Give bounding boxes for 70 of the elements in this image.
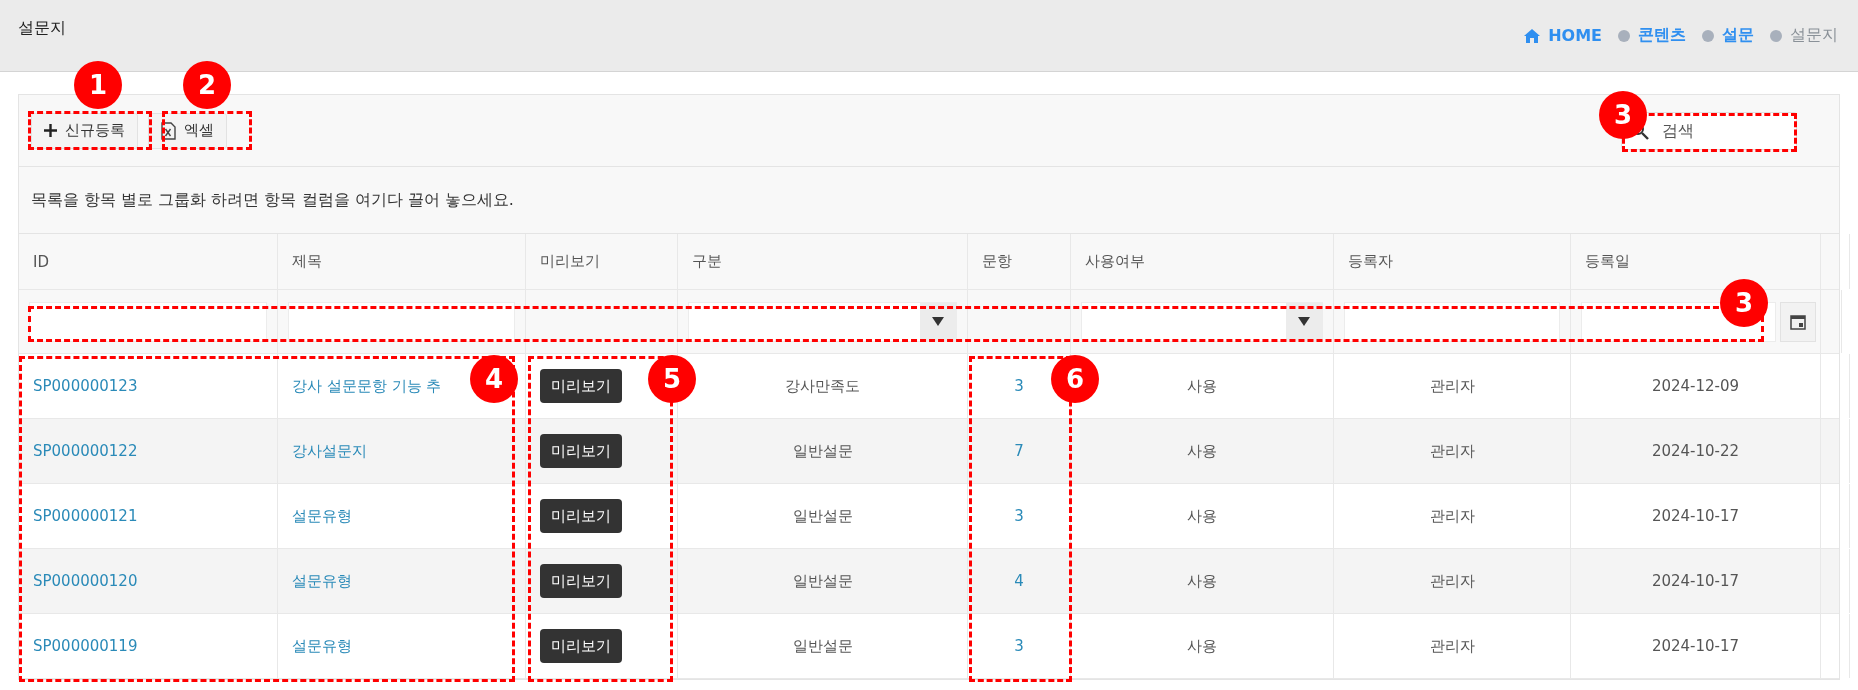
table-cell: 일반설문 [792, 506, 853, 526]
bullet-icon [1702, 29, 1714, 42]
column-header[interactable]: 사용여부 [1085, 252, 1145, 271]
title-link[interactable]: 강사설문지 [292, 441, 367, 461]
new-button[interactable]: 신규등록 [31, 112, 138, 149]
table-cell: 일반설문 [792, 636, 853, 656]
table-cell: 2024-10-22 [1651, 442, 1740, 460]
filter-field[interactable] [1344, 301, 1560, 342]
excel-button[interactable]: 엑셀 [148, 112, 227, 149]
filter-dropdown[interactable] [688, 301, 957, 342]
caret-icon [1298, 317, 1310, 326]
id-link[interactable]: SP000000120 [33, 572, 138, 590]
table-cell: 관리자 [1429, 441, 1475, 461]
table-cell: 사용 [1187, 376, 1217, 396]
filter-field[interactable] [288, 301, 515, 342]
title-link[interactable]: 강사 설문문항 기능 추 [292, 376, 442, 396]
column-header[interactable]: ID [33, 252, 49, 271]
page-title: 설문지 [18, 18, 66, 39]
table-cell: 관리자 [1429, 636, 1475, 656]
table-cell: 일반설문 [792, 441, 853, 461]
preview-button[interactable]: 미리보기 [540, 369, 622, 403]
id-link[interactable]: SP000000122 [33, 442, 138, 460]
column-header[interactable]: 미리보기 [540, 252, 600, 271]
column-header[interactable]: 구분 [692, 252, 722, 271]
preview-button[interactable]: 미리보기 [540, 629, 622, 663]
column-header[interactable]: 제목 [292, 252, 322, 271]
table-cell: 사용 [1187, 636, 1217, 656]
id-link[interactable]: SP000000119 [33, 637, 138, 655]
count-link[interactable]: 4 [1014, 572, 1024, 590]
column-header[interactable]: 등록자 [1348, 252, 1393, 271]
table-cell: 사용 [1187, 571, 1217, 591]
calendar-icon [1790, 313, 1806, 330]
filter-field[interactable] [29, 301, 267, 342]
bullet-icon [1618, 29, 1630, 42]
count-link[interactable]: 3 [1014, 377, 1024, 395]
breadcrumb-link[interactable]: 설문지 [1770, 25, 1838, 46]
table-cell: 일반설문 [792, 571, 853, 591]
home-icon [1524, 28, 1541, 43]
table-cell: 강사만족도 [785, 376, 860, 396]
table-cell: 관리자 [1429, 376, 1475, 396]
id-link[interactable]: SP000000123 [33, 377, 138, 395]
filter-dropdown[interactable] [1081, 301, 1323, 342]
table-cell: 2024-10-17 [1651, 637, 1740, 655]
calendar-button[interactable] [1780, 301, 1816, 342]
bullet-icon [1770, 29, 1782, 42]
id-link[interactable]: SP000000121 [33, 507, 138, 525]
caret-icon [932, 317, 944, 326]
preview-button[interactable]: 미리보기 [540, 499, 622, 533]
table-cell: 사용 [1187, 441, 1217, 461]
title-link[interactable]: 설문유형 [292, 636, 352, 656]
column-header[interactable]: 문항 [982, 252, 1012, 271]
file-icon [161, 121, 176, 140]
plus-icon [44, 124, 57, 137]
table-cell: 관리자 [1429, 571, 1475, 591]
title-link[interactable]: 설문유형 [292, 506, 352, 526]
table-cell: 2024-12-09 [1651, 377, 1740, 395]
preview-button[interactable]: 미리보기 [540, 564, 622, 598]
title-link[interactable]: 설문유형 [292, 571, 352, 591]
table-cell: 2024-10-17 [1651, 507, 1740, 525]
table-cell: 사용 [1187, 506, 1217, 526]
column-header[interactable]: 등록일 [1585, 252, 1630, 271]
count-link[interactable]: 3 [1014, 507, 1024, 525]
table-cell: 2024-10-17 [1651, 572, 1740, 590]
breadcrumb-link[interactable]: HOME [1524, 26, 1602, 45]
breadcrumb-link[interactable]: 설문 [1702, 25, 1754, 46]
count-link[interactable]: 3 [1014, 637, 1024, 655]
preview-button[interactable]: 미리보기 [540, 434, 622, 468]
count-link[interactable]: 7 [1014, 442, 1024, 460]
table-cell: 관리자 [1429, 506, 1475, 526]
breadcrumb-link[interactable]: 콘텐츠 [1618, 25, 1686, 46]
